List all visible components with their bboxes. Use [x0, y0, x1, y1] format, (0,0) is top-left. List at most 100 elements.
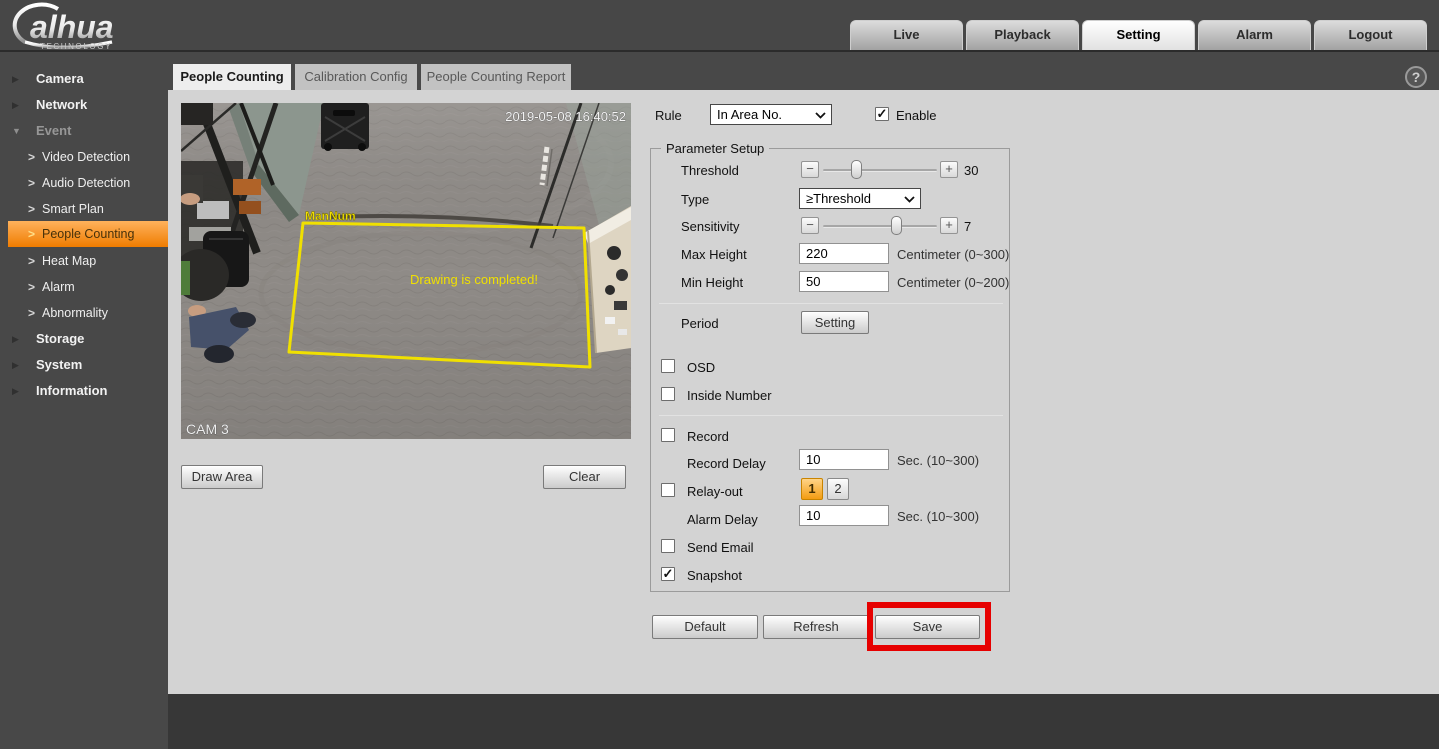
sidebar-item-alarm[interactable]: > Alarm — [0, 274, 168, 300]
clear-button[interactable]: Clear — [543, 465, 626, 489]
save-button[interactable]: Save — [875, 615, 980, 639]
period-label: Period — [681, 316, 719, 331]
top-navigation: Live Playback Setting Alarm Logout — [850, 20, 1427, 50]
default-button[interactable]: Default — [652, 615, 758, 639]
nav-alarm-button[interactable]: Alarm — [1198, 20, 1311, 50]
sidebar-item-label: Abnormality — [42, 306, 108, 320]
type-select[interactable]: ≥Threshold — [799, 188, 921, 209]
nav-live-button[interactable]: Live — [850, 20, 963, 50]
refresh-button[interactable]: Refresh — [763, 615, 869, 639]
enable-checkbox[interactable]: ✓ — [875, 107, 889, 121]
dahua-logo: alhua TECHNOLOGY — [12, 2, 114, 51]
sidebar-item-label: Audio Detection — [42, 176, 131, 190]
drawing-status-text: Drawing is completed! — [410, 272, 538, 287]
footer-bar — [168, 694, 1439, 749]
video-timestamp: 2019-05-08 16:40:52 — [505, 109, 626, 124]
submenu-arrow-icon: > — [28, 150, 36, 164]
minus-icon[interactable]: − — [801, 217, 819, 234]
min-height-unit: Centimeter (0~200) — [897, 275, 1010, 290]
sidebar-item-heat-map[interactable]: > Heat Map — [0, 248, 168, 274]
submenu-arrow-icon: > — [28, 202, 36, 216]
inside-number-label: Inside Number — [687, 388, 772, 403]
sidebar-item-audio-detection[interactable]: > Audio Detection — [0, 170, 168, 196]
sidebar-item-label: People Counting — [42, 227, 135, 241]
record-delay-input[interactable] — [799, 449, 889, 470]
nav-playback-button[interactable]: Playback — [966, 20, 1079, 50]
sensitivity-slider-track[interactable] — [823, 225, 937, 228]
camera-name-label: CAM 3 — [186, 421, 229, 437]
inside-number-checkbox[interactable] — [661, 387, 675, 401]
minus-icon[interactable]: − — [801, 161, 819, 178]
nav-setting-button[interactable]: Setting — [1082, 20, 1195, 50]
record-delay-label: Record Delay — [687, 456, 766, 471]
camera-scene: 2019-05-08 16:40:52 ManNum Drawing is co… — [181, 103, 631, 439]
osd-checkbox[interactable] — [661, 359, 675, 373]
nav-logout-button[interactable]: Logout — [1314, 20, 1427, 50]
submenu-arrow-icon: > — [28, 176, 36, 190]
sidebar-item-label: Smart Plan — [42, 202, 104, 216]
collapsed-arrow-icon: ▶ — [12, 334, 19, 344]
chevron-down-icon — [815, 112, 826, 119]
threshold-label: Threshold — [681, 163, 739, 178]
parameter-setup-legend: Parameter Setup — [661, 141, 770, 156]
sidebar-item-label: Alarm — [42, 280, 75, 294]
sidebar-item-label: Information — [36, 383, 108, 398]
max-height-input[interactable] — [799, 243, 889, 264]
min-height-label: Min Height — [681, 275, 744, 290]
relay-channel-2-button[interactable]: 2 — [827, 478, 849, 500]
relay-channel-1-button[interactable]: 1 — [801, 478, 823, 500]
tab-calibration-config[interactable]: Calibration Config — [295, 64, 417, 90]
alarm-delay-unit: Sec. (10~300) — [897, 509, 980, 524]
chevron-down-icon — [904, 196, 915, 203]
sidebar-item-information[interactable]: ▶ Information — [0, 378, 168, 404]
sidebar-item-storage[interactable]: ▶ Storage — [0, 326, 168, 352]
tab-people-counting-report[interactable]: People Counting Report — [421, 64, 571, 90]
submenu-arrow-icon: > — [28, 280, 36, 294]
relay-out-label: Relay-out — [687, 484, 743, 499]
divider — [659, 303, 1003, 304]
plus-icon[interactable]: + — [940, 161, 958, 178]
record-delay-unit: Sec. (10~300) — [897, 453, 980, 468]
sidebar-item-label: Network — [36, 97, 88, 112]
parameter-setup-group: Parameter Setup Threshold − + 30 Type ≥T… — [650, 141, 1010, 592]
expanded-arrow-icon: ▼ — [12, 126, 21, 136]
content-tab-strip: People Counting Calibration Config Peopl… — [168, 52, 1439, 90]
record-label: Record — [687, 429, 729, 444]
sidebar-item-abnormality[interactable]: > Abnormality — [0, 300, 168, 326]
page: alhua TECHNOLOGY Live Playback Setting A… — [0, 0, 1439, 749]
snapshot-checkbox[interactable]: ✓ — [661, 567, 675, 581]
submenu-arrow-icon: > — [28, 254, 36, 268]
draw-area-button[interactable]: Draw Area — [181, 465, 263, 489]
sidebar-item-system[interactable]: ▶ System — [0, 352, 168, 378]
sidebar-item-people-counting[interactable]: > People Counting — [8, 221, 168, 247]
top-bar: alhua TECHNOLOGY Live Playback Setting A… — [0, 0, 1439, 52]
sidebar-item-smart-plan[interactable]: > Smart Plan — [0, 196, 168, 222]
threshold-slider-thumb[interactable] — [851, 160, 862, 179]
svg-text:TECHNOLOGY: TECHNOLOGY — [40, 42, 112, 51]
tab-people-counting[interactable]: People Counting — [173, 64, 291, 90]
threshold-slider-track[interactable] — [823, 169, 937, 172]
sidebar-item-label: System — [36, 357, 83, 372]
max-height-unit: Centimeter (0~300) — [897, 247, 1010, 262]
rule-select[interactable]: In Area No. — [710, 104, 832, 125]
collapsed-arrow-icon: ▶ — [12, 386, 19, 396]
video-preview-canvas[interactable]: 2019-05-08 16:40:52 ManNum Drawing is co… — [181, 103, 631, 439]
send-email-checkbox[interactable] — [661, 539, 675, 553]
sidebar-item-event[interactable]: ▼ Event — [0, 118, 168, 144]
period-setting-button[interactable]: Setting — [801, 311, 869, 334]
sidebar-item-camera[interactable]: ▶ Camera — [0, 66, 168, 92]
record-checkbox[interactable] — [661, 428, 675, 442]
submenu-arrow-icon: > — [28, 227, 36, 241]
sensitivity-slider-thumb[interactable] — [891, 216, 902, 235]
help-icon[interactable]: ? — [1405, 66, 1427, 88]
relay-out-checkbox[interactable] — [661, 483, 675, 497]
plus-icon[interactable]: + — [940, 217, 958, 234]
max-height-label: Max Height — [681, 247, 747, 262]
alarm-delay-input[interactable] — [799, 505, 889, 526]
sidebar-item-network[interactable]: ▶ Network — [0, 92, 168, 118]
sidebar-item-label: Heat Map — [42, 254, 97, 268]
divider — [659, 415, 1003, 416]
main-content: 2019-05-08 16:40:52 ManNum Drawing is co… — [168, 90, 1439, 694]
min-height-input[interactable] — [799, 271, 889, 292]
sidebar-item-video-detection[interactable]: > Video Detection — [0, 144, 168, 170]
